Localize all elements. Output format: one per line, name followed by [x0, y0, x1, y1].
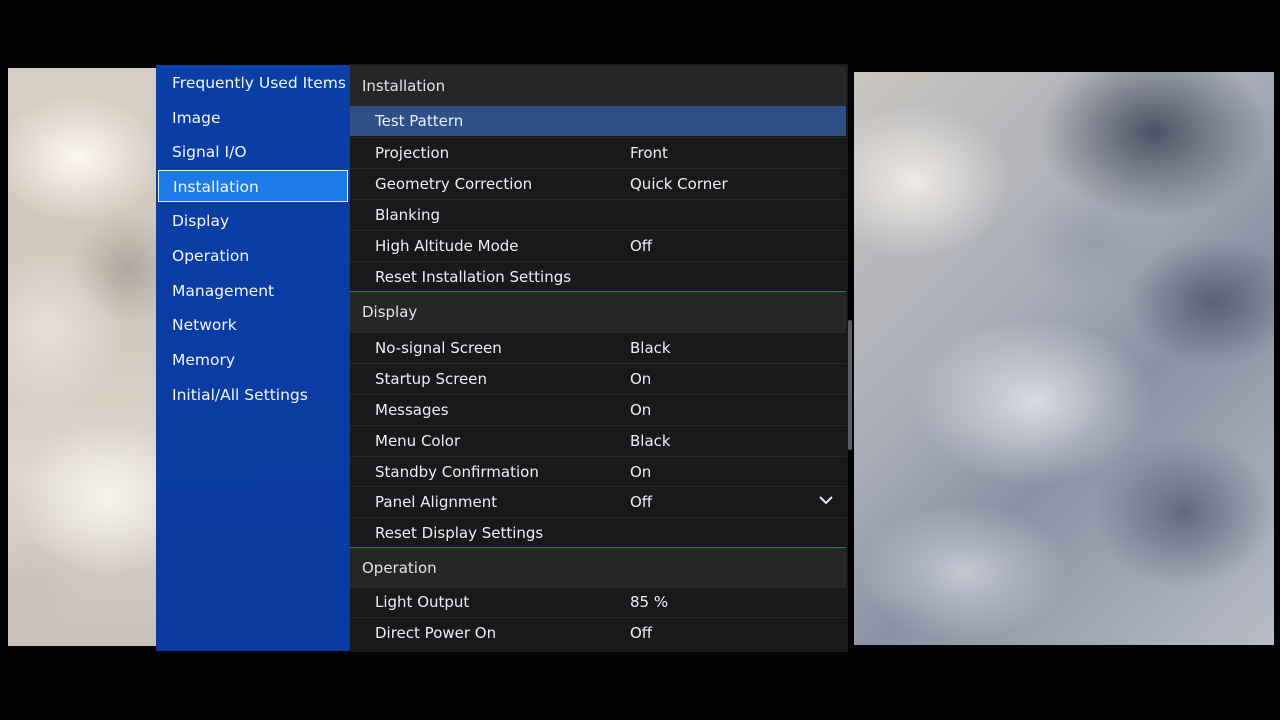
row-label: Standby Confirmation — [375, 463, 539, 481]
section-header-operation: Operation — [350, 548, 846, 588]
sidebar-item-initial-all-settings[interactable]: Initial/All Settings — [158, 379, 348, 411]
row-value: Off — [630, 493, 653, 511]
row-label: Blanking — [375, 206, 441, 224]
sidebar-item-display[interactable]: Display — [158, 205, 348, 237]
menu-sidebar: Frequently Used Items Image Signal I/O I… — [156, 65, 352, 651]
row-label: High Altitude Mode — [375, 237, 519, 255]
sidebar-item-label: Display — [172, 212, 230, 230]
menu-row-test-pattern[interactable]: Test Pattern — [350, 106, 846, 136]
section-title: Operation — [362, 559, 437, 577]
menu-row-blanking[interactable]: Blanking — [350, 199, 846, 229]
row-label: Light Output — [375, 593, 470, 611]
sidebar-item-frequently-used[interactable]: Frequently Used Items — [158, 67, 348, 99]
row-value: Black — [630, 432, 671, 450]
sidebar-item-operation[interactable]: Operation — [158, 240, 348, 272]
row-label: Reset Display Settings — [375, 524, 544, 542]
sidebar-item-installation[interactable]: Installation — [158, 170, 348, 202]
row-label: No-signal Screen — [375, 339, 502, 357]
sidebar-item-label: Memory — [172, 351, 236, 369]
row-label: Reset Installation Settings — [375, 268, 572, 286]
row-label: Startup Screen — [375, 370, 488, 388]
sidebar-item-label: Network — [172, 316, 237, 334]
menu-row-light-output[interactable]: Light Output 85 % — [350, 586, 846, 616]
row-value: 85 % — [630, 593, 669, 611]
row-value: Black — [630, 339, 671, 357]
row-value: Off — [630, 237, 653, 255]
sidebar-item-image[interactable]: Image — [158, 102, 348, 134]
sidebar-item-label: Installation — [173, 178, 259, 196]
section-title: Display — [362, 303, 418, 321]
menu-row-standby-confirmation[interactable]: Standby Confirmation On — [350, 456, 846, 486]
menu-row-reset-display-settings[interactable]: Reset Display Settings — [350, 517, 846, 547]
background-photo-left — [8, 68, 158, 646]
row-value: On — [630, 401, 652, 419]
sidebar-item-signal-io[interactable]: Signal I/O — [158, 136, 348, 168]
menu-row-startup-screen[interactable]: Startup Screen On — [350, 363, 846, 393]
row-value: On — [630, 370, 652, 388]
row-value: Quick Corner — [630, 175, 728, 193]
sidebar-item-network[interactable]: Network — [158, 309, 348, 341]
menu-row-high-altitude-mode[interactable]: High Altitude Mode Off — [350, 230, 846, 260]
sidebar-item-management[interactable]: Management — [158, 275, 348, 307]
sidebar-item-label: Operation — [172, 247, 250, 265]
sidebar-item-label: Frequently Used Items — [172, 74, 346, 92]
row-value: On — [630, 463, 652, 481]
row-value: Front — [630, 144, 668, 162]
row-label: Projection — [375, 144, 450, 162]
menu-row-menu-color[interactable]: Menu Color Black — [350, 425, 846, 455]
section-title: Installation — [362, 77, 446, 95]
row-label: Test Pattern — [375, 112, 464, 130]
row-label: Menu Color — [375, 432, 461, 450]
scrollbar[interactable] — [848, 320, 852, 450]
projector-menu: Frequently Used Items Image Signal I/O I… — [154, 64, 852, 652]
chevron-down-icon[interactable] — [818, 494, 834, 506]
menu-row-no-signal-screen[interactable]: No-signal Screen Black — [350, 332, 846, 362]
sidebar-item-memory[interactable]: Memory — [158, 344, 348, 376]
sidebar-item-label: Image — [172, 109, 221, 127]
section-header-installation: Installation — [350, 66, 846, 106]
section-header-display: Display — [350, 292, 846, 332]
sidebar-item-label: Management — [172, 282, 275, 300]
menu-row-reset-installation-settings[interactable]: Reset Installation Settings — [350, 261, 846, 291]
menu-row-projection[interactable]: Projection Front — [350, 137, 846, 167]
menu-content: Installation Test Pattern Projection Fron… — [350, 64, 848, 652]
sidebar-item-label: Initial/All Settings — [172, 386, 308, 404]
row-label: Panel Alignment — [375, 493, 498, 511]
background-photo-right — [854, 72, 1274, 645]
menu-row-geometry-correction[interactable]: Geometry Correction Quick Corner — [350, 168, 846, 198]
row-value: Off — [630, 624, 653, 642]
row-label: Messages — [375, 401, 449, 419]
row-label: Direct Power On — [375, 624, 497, 642]
menu-row-messages[interactable]: Messages On — [350, 394, 846, 424]
menu-row-panel-alignment[interactable]: Panel Alignment Off — [350, 486, 846, 516]
row-label: Geometry Correction — [375, 175, 533, 193]
menu-row-direct-power-on[interactable]: Direct Power On Off — [350, 617, 846, 647]
sidebar-item-label: Signal I/O — [172, 143, 247, 161]
